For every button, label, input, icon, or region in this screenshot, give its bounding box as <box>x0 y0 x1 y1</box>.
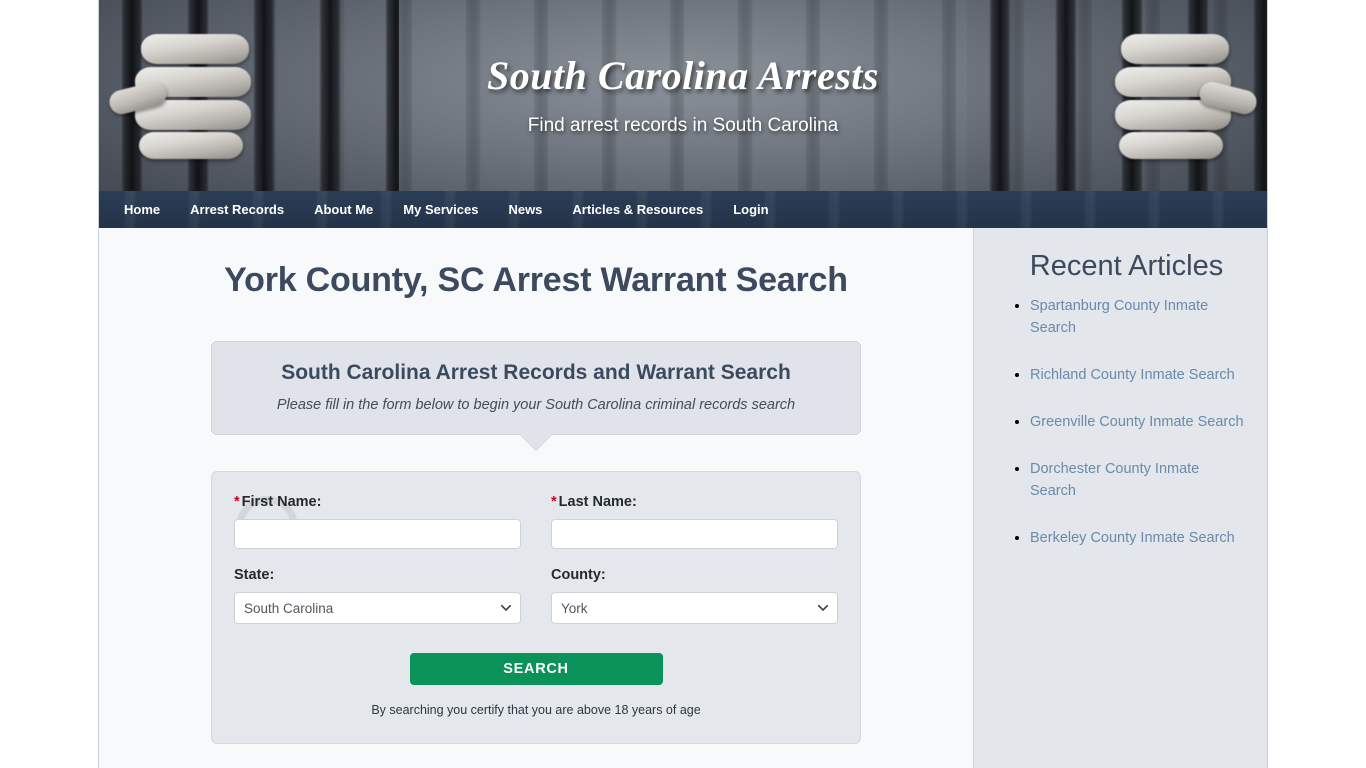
age-disclaimer-text: By searching you certify that you are ab… <box>371 703 701 717</box>
sidebar-title: Recent Articles <box>1029 250 1224 282</box>
list-item: Richland County Inmate Search <box>1030 364 1245 386</box>
sidebar-link-greenville[interactable]: Greenville County Inmate Search <box>1030 414 1244 430</box>
page-title: York County, SC Arrest Warrant Search <box>224 261 848 299</box>
sidebar-link-spartanburg[interactable]: Spartanburg County Inmate Search <box>1030 298 1208 336</box>
list-item: Berkeley County Inmate Search <box>1030 527 1245 549</box>
nav-item-articles-resources[interactable]: Articles & Resources <box>557 191 718 228</box>
site-header-banner: South Carolina Arrests Find arrest recor… <box>99 0 1267 191</box>
required-marker-first-name: * <box>234 494 240 510</box>
list-item: Spartanburg County Inmate Search <box>1030 295 1245 339</box>
first-name-label: * First Name: <box>234 494 521 510</box>
nav-item-home[interactable]: Home <box>109 191 175 228</box>
required-marker-last-name: * <box>551 494 557 510</box>
nav-item-news[interactable]: News <box>493 191 557 228</box>
nav-item-arrest-records[interactable]: Arrest Records <box>175 191 299 228</box>
form-field-grid: * First Name: * Last Name: State: South … <box>234 494 838 642</box>
content-row: York County, SC Arrest Warrant Search So… <box>99 228 1267 768</box>
site-title: South Carolina Arrests <box>487 53 879 98</box>
county-label: County: <box>551 567 606 583</box>
main-navigation: Home Arrest Records About Me My Services… <box>99 191 1267 228</box>
state-select[interactable]: South Carolina <box>234 592 521 624</box>
nav-item-login[interactable]: Login <box>718 191 783 228</box>
arrest-search-form: * First Name: * Last Name: State: South … <box>211 471 861 744</box>
county-select[interactable]: York <box>551 592 838 624</box>
sidebar-link-richland[interactable]: Richland County Inmate Search <box>1030 367 1235 383</box>
site-container: South Carolina Arrests Find arrest recor… <box>98 0 1268 768</box>
first-name-input[interactable] <box>234 519 521 549</box>
nav-item-my-services[interactable]: My Services <box>388 191 493 228</box>
last-name-label-text: Last Name: <box>558 494 637 510</box>
state-label: State: <box>234 567 275 583</box>
sidebar-link-berkeley[interactable]: Berkeley County Inmate Search <box>1030 530 1235 546</box>
banner-text-block: South Carolina Arrests Find arrest recor… <box>99 0 1267 137</box>
county-select-wrapper: York <box>551 592 838 624</box>
search-callout-box: South Carolina Arrest Records and Warran… <box>211 341 861 450</box>
last-name-input[interactable] <box>551 519 838 549</box>
nav-item-about-me[interactable]: About Me <box>299 191 388 228</box>
recent-articles-list: Spartanburg County Inmate Search Richlan… <box>1008 295 1245 549</box>
submit-row: SEARCH <box>234 653 838 685</box>
sidebar: Recent Articles Spartanburg County Inmat… <box>974 228 1267 768</box>
search-button[interactable]: SEARCH <box>409 653 663 685</box>
last-name-label: * Last Name: <box>551 494 838 510</box>
callout-title: South Carolina Arrest Records and Warran… <box>281 361 791 384</box>
last-name-field-group: * Last Name: <box>551 494 838 549</box>
page-root: South Carolina Arrests Find arrest recor… <box>0 0 1366 768</box>
site-tagline: Find arrest records in South Carolina <box>527 115 839 136</box>
county-field-group: County: York <box>551 567 838 624</box>
state-field-group: State: South Carolina <box>234 567 521 624</box>
list-item: Dorchester County Inmate Search <box>1030 458 1245 502</box>
first-name-label-text: First Name: <box>241 494 322 510</box>
callout-subtitle: Please fill in the form below to begin y… <box>276 397 796 413</box>
callout-zone: South Carolina Arrest Records and Warran… <box>211 341 861 450</box>
callout-arrow-icon <box>520 434 552 450</box>
first-name-field-group: * First Name: <box>234 494 521 549</box>
list-item: Greenville County Inmate Search <box>1030 411 1245 433</box>
state-select-wrapper: South Carolina <box>234 592 521 624</box>
main-content: York County, SC Arrest Warrant Search So… <box>99 228 974 768</box>
sidebar-link-dorchester[interactable]: Dorchester County Inmate Search <box>1030 461 1199 499</box>
